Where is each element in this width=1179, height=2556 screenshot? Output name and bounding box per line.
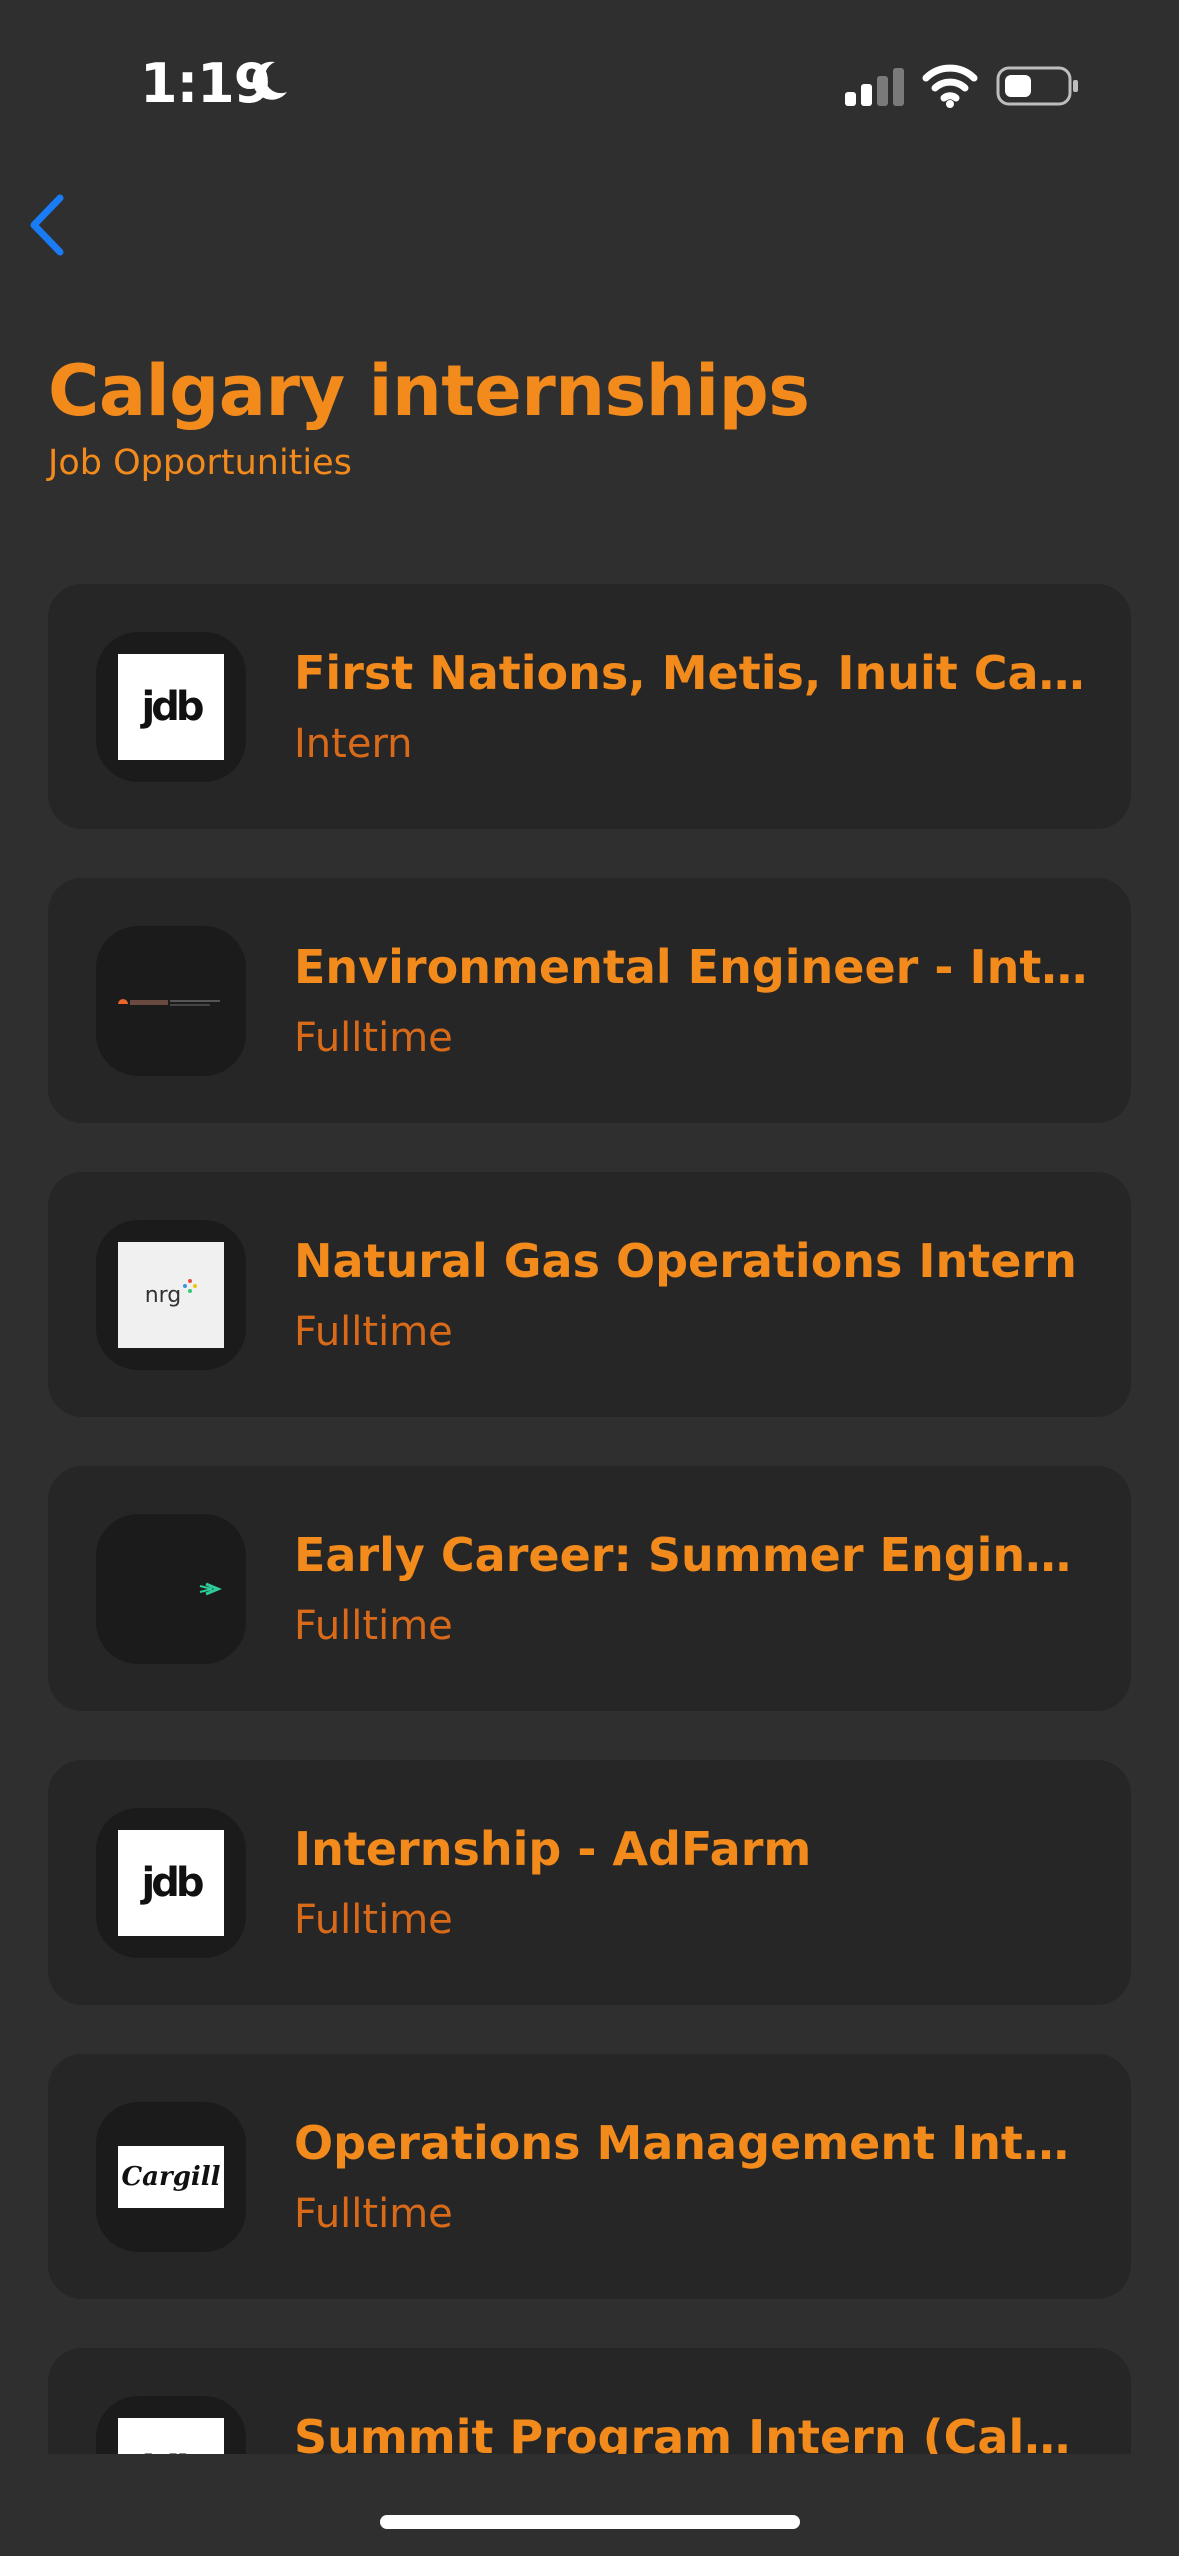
jdb-logo: jdb (118, 654, 224, 760)
arcadis-logo-mark (118, 999, 220, 1006)
back-chevron-icon[interactable] (22, 190, 72, 260)
company-logo: nrg (96, 1220, 246, 1370)
job-card[interactable]: jdb Internship - AdFarm Fulltime (48, 1760, 1131, 2005)
job-type: Intern (294, 721, 413, 767)
job-card[interactable]: jdb First Nations, Metis, Inuit Cand... … (48, 584, 1131, 829)
moon-icon (252, 61, 287, 100)
job-title: Environmental Engineer - Inter... (294, 940, 1094, 994)
nrg-logo: nrg (118, 1242, 224, 1348)
job-card[interactable]: nrg Natural Gas Operations Intern Fullti… (48, 1172, 1131, 1417)
company-logo: Cargill (96, 2102, 246, 2252)
job-type: Fulltime (294, 1897, 453, 1943)
battery-icon (996, 66, 1078, 106)
job-card[interactable]: Environmental Engineer - Inter... Fullti… (48, 878, 1131, 1123)
company-logo (96, 1514, 246, 1664)
nrg-dots-icon (183, 1279, 198, 1293)
wifi-icon (922, 64, 978, 108)
job-title: Early Career: Summer Enginee... (294, 1528, 1094, 1582)
job-title: First Nations, Metis, Inuit Cand... (294, 646, 1094, 700)
job-title: Summit Program Intern (Calga... (294, 2410, 1094, 2454)
green-arrow-icon (199, 1582, 222, 1596)
jdb-logo-text: jdb (141, 1860, 205, 1906)
jdb-logo-text: jdb (141, 684, 205, 730)
jdb-logo: jdb (118, 1830, 224, 1936)
job-list: jdb First Nations, Metis, Inuit Cand... … (48, 584, 1131, 2454)
jdb-logo: jdb (118, 2418, 224, 2454)
job-card[interactable]: Early Career: Summer Enginee... Fulltime (48, 1466, 1131, 1711)
job-type: Fulltime (294, 1603, 453, 1649)
status-bar: 1:19 (0, 0, 1179, 170)
job-type: Fulltime (294, 1015, 453, 1061)
job-type: Fulltime (294, 2191, 453, 2237)
home-indicator[interactable] (380, 2515, 800, 2529)
job-title: Operations Management Intern (294, 2116, 1094, 2170)
cargill-logo-text: Cargill (121, 2162, 221, 2192)
company-logo: jdb (96, 1808, 246, 1958)
page-subtitle: Job Opportunities (48, 443, 352, 483)
arrow-logo (118, 1536, 224, 1642)
cargill-logo: Cargill (118, 2146, 224, 2208)
job-title: Internship - AdFarm (294, 1822, 812, 1876)
company-logo (96, 926, 246, 1076)
nrg-logo-text: nrg (144, 1282, 182, 1308)
company-logo: jdb (96, 2396, 246, 2454)
jdb-logo-text: jdb (142, 2448, 205, 2454)
job-type: Fulltime (294, 1309, 453, 1355)
arcadis-logo (118, 948, 224, 1054)
job-title: Natural Gas Operations Intern (294, 1234, 1077, 1288)
job-card[interactable]: jdb Summit Program Intern (Calga... (48, 2348, 1131, 2454)
page-title: Calgary internships (48, 350, 810, 432)
cellular-signal-icon (845, 68, 904, 106)
job-card[interactable]: Cargill Operations Management Intern Ful… (48, 2054, 1131, 2299)
company-logo: jdb (96, 632, 246, 782)
